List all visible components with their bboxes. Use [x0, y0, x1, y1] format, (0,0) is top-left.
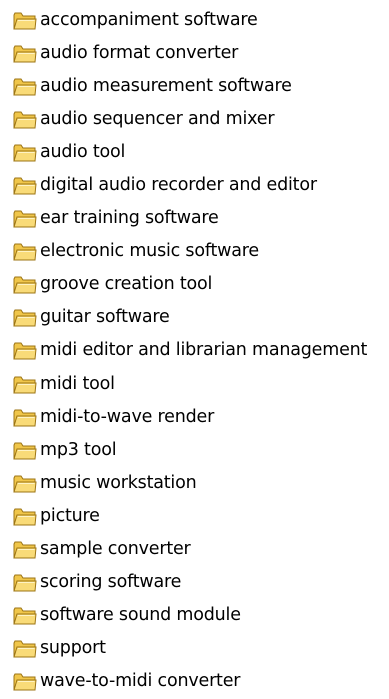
- folder-label: digital audio recorder and editor: [40, 175, 317, 196]
- folder-icon: [13, 110, 37, 130]
- folder-label: software sound module: [40, 605, 241, 626]
- folder-icon: [13, 77, 37, 97]
- folder-item[interactable]: digital audio recorder and editor: [0, 169, 389, 202]
- folder-item[interactable]: ear training software: [0, 203, 389, 236]
- folder-icon: [13, 672, 37, 692]
- folder-label: support: [40, 638, 106, 659]
- folder-icon: [13, 639, 37, 659]
- folder-icon: [13, 441, 37, 461]
- folder-icon: [13, 507, 37, 527]
- folder-icon: [13, 143, 37, 163]
- folder-item[interactable]: audio measurement software: [0, 70, 389, 103]
- folder-item[interactable]: audio tool: [0, 136, 389, 169]
- folder-label: mp3 tool: [40, 439, 117, 460]
- folder-label: guitar software: [40, 307, 170, 328]
- folder-icon: [13, 474, 37, 494]
- folder-item[interactable]: accompaniment software: [0, 4, 389, 37]
- folder-item[interactable]: midi editor and librarian management: [0, 335, 389, 368]
- folder-label: accompaniment software: [40, 9, 258, 30]
- folder-label: midi tool: [40, 373, 115, 394]
- folder-label: scoring software: [40, 572, 182, 593]
- folder-item[interactable]: scoring software: [0, 567, 389, 600]
- folder-label: audio format converter: [40, 42, 239, 63]
- folder-icon: [13, 606, 37, 626]
- folder-label: midi-to-wave render: [40, 406, 215, 427]
- folder-item[interactable]: sample converter: [0, 534, 389, 567]
- folder-item[interactable]: midi-to-wave render: [0, 401, 389, 434]
- folder-icon: [13, 242, 37, 262]
- folder-label: picture: [40, 505, 100, 526]
- folder-item[interactable]: wave-to-midi converter: [0, 666, 389, 699]
- folder-label: midi editor and librarian management: [40, 340, 368, 361]
- folder-label: music workstation: [40, 472, 197, 493]
- folder-label: electronic music software: [40, 241, 259, 262]
- folder-label: audio sequencer and mixer: [40, 108, 275, 129]
- folder-icon: [13, 573, 37, 593]
- folder-label: wave-to-midi converter: [40, 671, 241, 692]
- folder-item[interactable]: electronic music software: [0, 236, 389, 269]
- folder-icon: [13, 540, 37, 560]
- folder-icon: [13, 44, 37, 64]
- folder-icon: [13, 408, 37, 428]
- folder-icon: [13, 275, 37, 295]
- folder-item[interactable]: midi tool: [0, 368, 389, 401]
- folder-icon: [13, 308, 37, 328]
- folder-item[interactable]: music workstation: [0, 467, 389, 500]
- folder-item[interactable]: guitar software: [0, 302, 389, 335]
- folder-icon: [13, 341, 37, 361]
- folder-item[interactable]: audio format converter: [0, 37, 389, 70]
- folder-item[interactable]: groove creation tool: [0, 269, 389, 302]
- folder-icon: [13, 176, 37, 196]
- folder-label: sample converter: [40, 539, 191, 560]
- folder-item[interactable]: mp3 tool: [0, 434, 389, 467]
- folder-label: groove creation tool: [40, 274, 213, 295]
- folder-item[interactable]: picture: [0, 500, 389, 533]
- folder-item[interactable]: audio sequencer and mixer: [0, 103, 389, 136]
- folder-icon: [13, 209, 37, 229]
- folder-icon: [13, 11, 37, 31]
- folder-icon: [13, 375, 37, 395]
- folder-label: ear training software: [40, 208, 219, 229]
- folder-item[interactable]: support: [0, 633, 389, 666]
- folder-label: audio measurement software: [40, 75, 292, 96]
- folder-label: audio tool: [40, 141, 126, 162]
- folder-item[interactable]: software sound module: [0, 600, 389, 633]
- folder-list: accompaniment software audio format conve…: [0, 4, 389, 699]
